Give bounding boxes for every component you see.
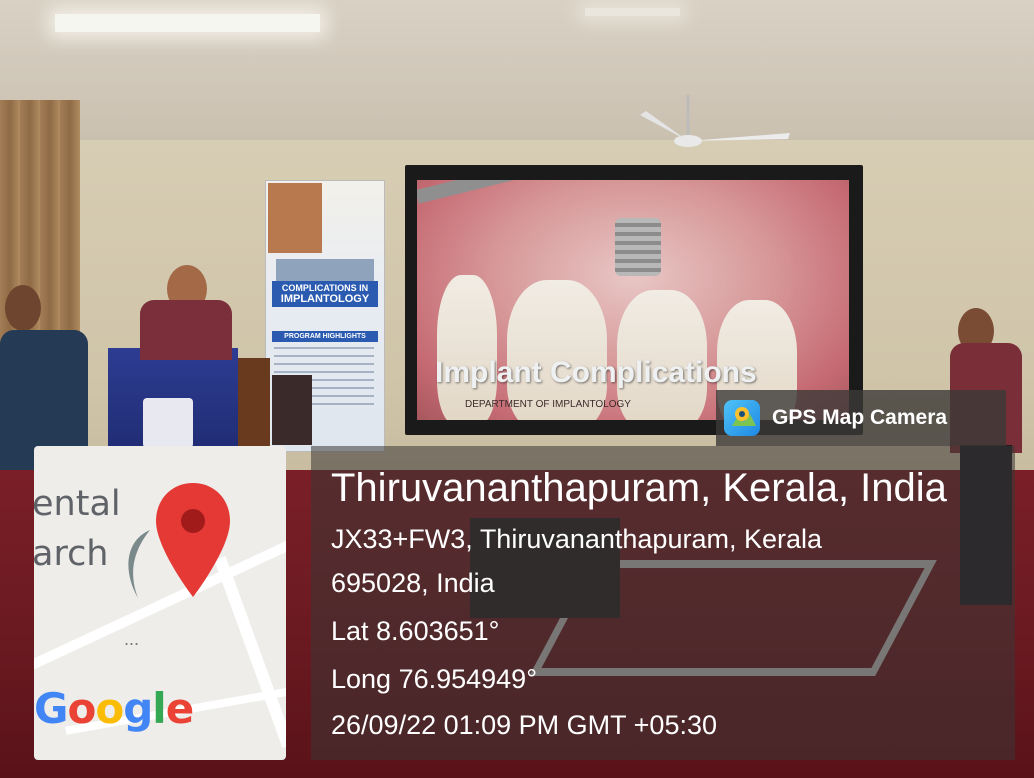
latitude: Lat 8.603651° xyxy=(331,616,500,646)
gps-badge-label: GPS Map Camera xyxy=(772,406,948,429)
attendee-head xyxy=(5,285,41,331)
ceiling-light xyxy=(55,14,320,32)
poster-photo xyxy=(268,183,322,253)
ceiling-fan xyxy=(640,95,790,147)
map-ellipsis: ... xyxy=(124,629,140,649)
dental-instrument xyxy=(417,180,613,204)
ceiling-light xyxy=(585,8,680,16)
poster-building-image xyxy=(276,259,374,281)
slide-title: Implant Complications xyxy=(435,356,757,389)
map-thumbnail: ental arch ... Google xyxy=(34,446,286,760)
gps-map-camera-badge: GPS Map Camera xyxy=(716,390,1006,446)
address-line-2: 695028, India xyxy=(331,568,495,598)
dental-implant xyxy=(615,218,661,276)
map-place-label: ental xyxy=(34,484,121,524)
poster-title: COMPLICATIONS IN IMPLANTOLOGY xyxy=(272,281,378,307)
timestamp: 26/09/22 01:09 PM GMT +05:30 xyxy=(331,710,718,740)
google-logo: Google xyxy=(34,684,194,733)
podium-logo xyxy=(143,398,193,448)
speaker-shirt xyxy=(140,300,232,360)
slide-department: DEPARTMENT OF IMPLANTOLOGY xyxy=(465,399,631,410)
longitude: Long 76.954949° xyxy=(331,664,537,694)
chair xyxy=(272,375,312,445)
location-city: Thiruvananthapuram, Kerala, India xyxy=(331,466,947,510)
map-pin-app-icon xyxy=(724,400,760,436)
address-line-1: JX33+FW3, Thiruvananthapuram, Kerala xyxy=(331,524,823,554)
projection-slide: Implant Complications DEPARTMENT OF IMPL… xyxy=(417,180,849,420)
map-pin-icon xyxy=(156,483,230,597)
location-info-panel: Thiruvananthapuram, Kerala, India JX33+F… xyxy=(311,446,1015,760)
poster-highlights: PROGRAM HIGHLIGHTS xyxy=(272,331,378,342)
map-shape xyxy=(128,530,150,598)
poster-title-line1: COMPLICATIONS IN xyxy=(281,283,369,293)
poster-title-line2: IMPLANTOLOGY xyxy=(280,293,370,305)
map-place-label: arch xyxy=(34,534,109,574)
